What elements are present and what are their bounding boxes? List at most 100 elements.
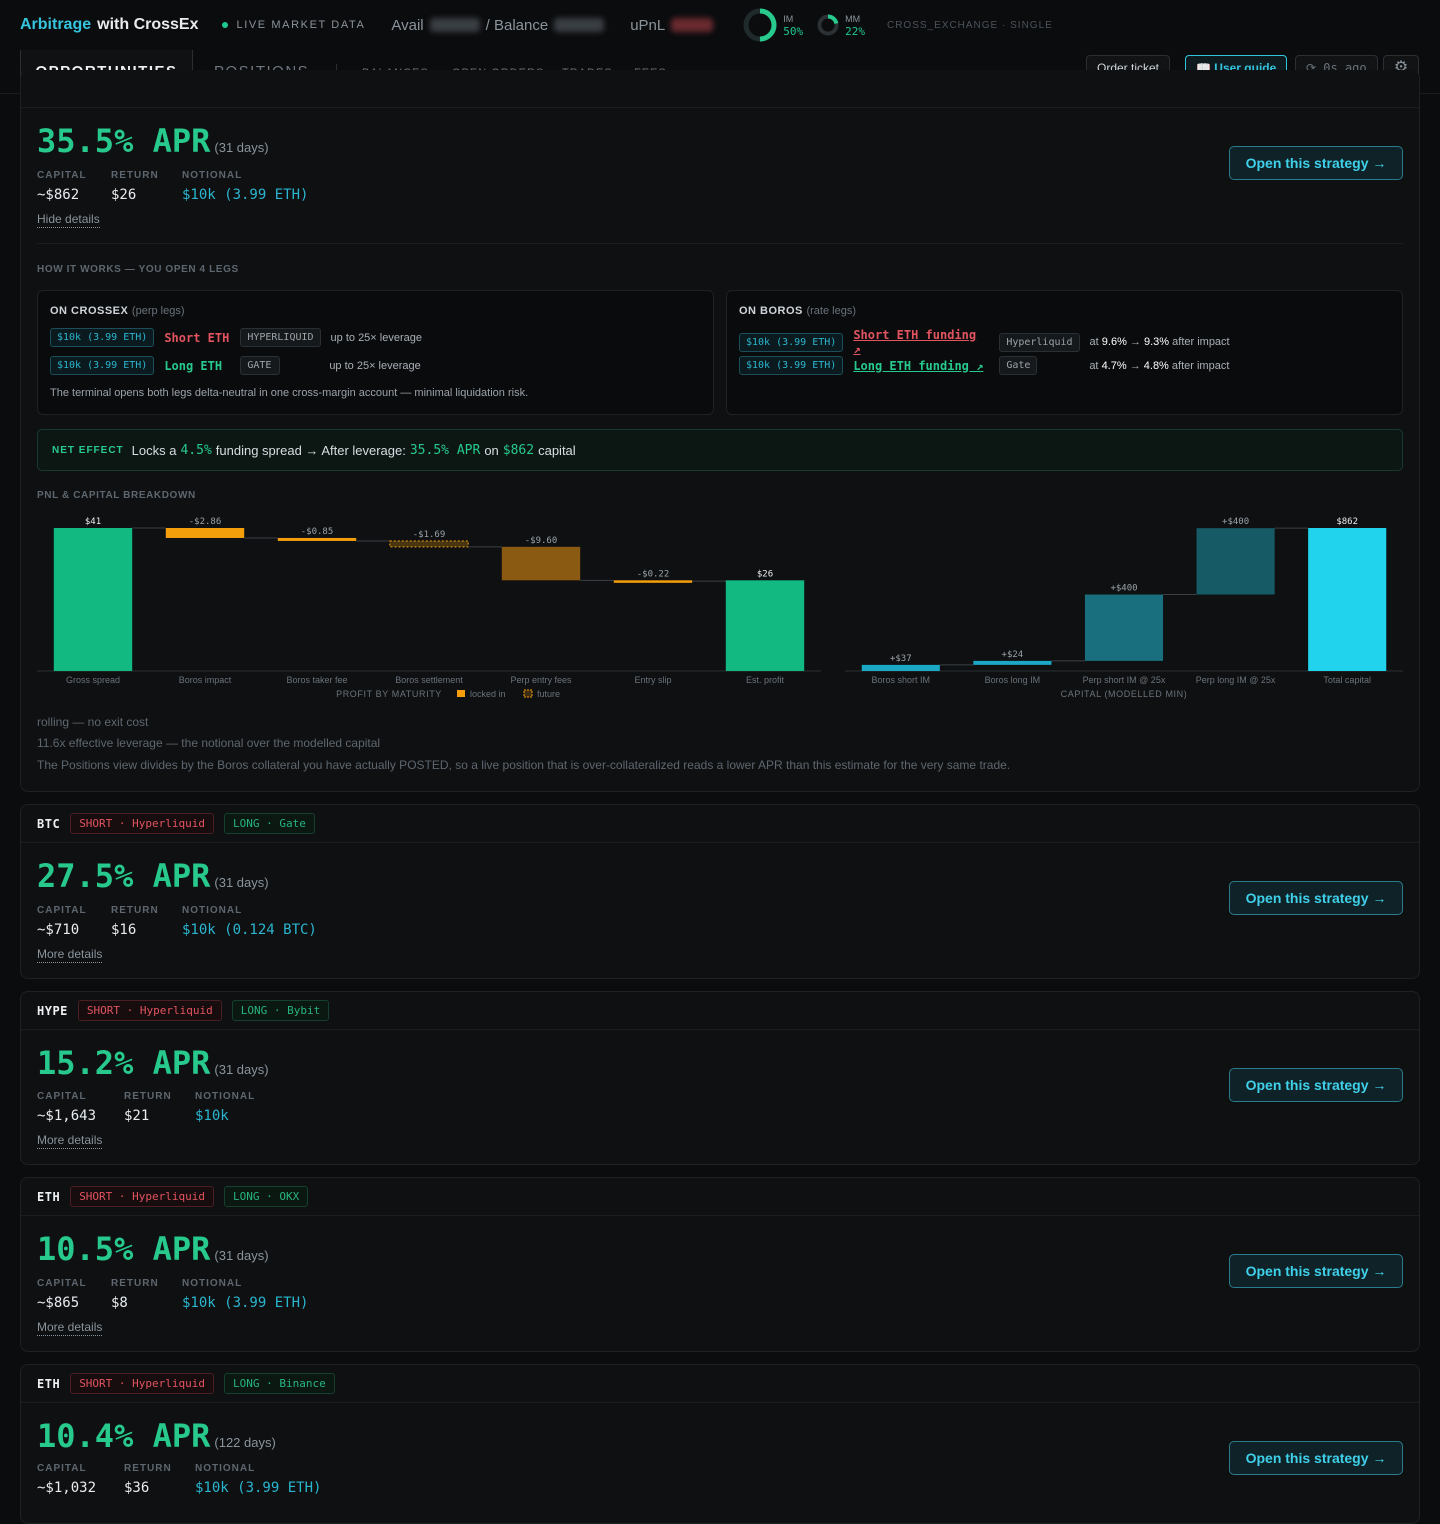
brand-rest: with CrossEx [97, 16, 199, 33]
balance-value-redacted [554, 18, 605, 32]
short-venue-pill: SHORT · Hyperliquid [70, 1186, 215, 1207]
avail-value-redacted [429, 18, 480, 32]
open-strategy-button[interactable]: Open this strategy → [1229, 1254, 1403, 1288]
mm-label: MM [845, 13, 861, 24]
net-effect-tag: NET EFFECT [52, 444, 124, 456]
chart-bar [613, 580, 693, 583]
chart-bar [1196, 528, 1275, 595]
boros-short-link[interactable]: Short ETH funding ↗ [853, 328, 989, 356]
boros-long-link[interactable]: Long ETH funding ↗ [853, 359, 989, 373]
leg-size-chip: $10k (3.99 ETH) [50, 356, 155, 375]
footnote: 11.6x effective leverage — the notional … [37, 736, 381, 750]
net-spread: 4.5% [180, 442, 212, 458]
opportunity-card: ETH SHORT · Hyperliquid LONG · OKX 10.5%… [20, 1177, 1420, 1352]
asset-symbol: BTC [37, 816, 61, 831]
opportunity-card: HYPE SHORT · Hyperliquid LONG · Bybit 15… [20, 991, 1420, 1165]
legend-label: locked in [470, 689, 506, 699]
chart-value-label: +$24 [1002, 650, 1024, 660]
crossex-leg-row: $10k (3.99 ETH) Long ETH GATE up to 25× … [50, 356, 421, 375]
chart-category-label: Perp entry fees [510, 675, 572, 685]
chart-title: PROFIT BY MATURITY [336, 689, 442, 699]
card-head: ETH SHORT · Hyperliquid LONG · OKX [21, 1178, 1419, 1216]
upnl: uPnL [630, 17, 719, 34]
net-text: on [484, 442, 499, 458]
chart-value-label: +$400 [1222, 517, 1249, 527]
stat-value: ~$862 [37, 187, 80, 203]
apr-text: 35.5% APR [37, 122, 211, 160]
open-strategy-button[interactable]: Open this strategy → [1229, 1068, 1403, 1102]
chart-category-label: Boros long IM [985, 675, 1041, 685]
leg-venue-chip: Hyperliquid [999, 332, 1080, 352]
crossex-legs-panel: ON CROSSEX (perp legs) $10k (3.99 ETH) S… [37, 290, 714, 415]
long-venue-pill: LONG · Gate [224, 813, 315, 834]
leg-leverage: up to 25× leverage [329, 359, 421, 372]
chart-category-label: Perp long IM @ 25x [1196, 675, 1276, 685]
stat-return: RETURN $26 [111, 170, 159, 203]
chart-bar [973, 660, 1052, 665]
section-divider [37, 243, 1403, 244]
legend-label: future [537, 689, 560, 699]
short-venue-pill: SHORT · Hyperliquid [70, 1373, 215, 1394]
stat-value: $26 [111, 187, 137, 203]
app-title[interactable]: Arbitrage with CrossEx [20, 16, 198, 34]
chart-value-label: $26 [757, 569, 773, 579]
stat-notional: NOTIONAL $10k (3.99 ETH) [195, 1463, 322, 1496]
more-details-link[interactable]: More details [37, 1133, 103, 1149]
upnl-label: uPnL [630, 16, 666, 34]
leg-size-chip: $10k (3.99 ETH) [739, 356, 844, 375]
apr-value: 15.2% APR (31 days) [37, 1044, 269, 1082]
top-bar: Arbitrage with CrossEx LIVE MARKET DATA A… [0, 0, 1440, 50]
chart-value-label: -$2.86 [189, 517, 222, 527]
mm-value: 22% [845, 24, 865, 38]
chart-category-label: Total capital [1323, 675, 1371, 685]
stat-capital: CAPITAL ~$1,032 [37, 1463, 97, 1496]
apr-value: 10.5% APR (31 days) [37, 1230, 269, 1268]
stat-return: RETURN $16 [111, 905, 159, 938]
open-strategy-button[interactable]: Open this strategy → [1229, 1441, 1403, 1475]
apr-value: 35.5% APR (31 days) [37, 122, 269, 160]
stat-return: RETURN $21 [124, 1091, 172, 1124]
chart-bar [1084, 594, 1164, 661]
crossex-title: ON CROSSEX (perp legs) [50, 305, 185, 317]
chart-bar [389, 540, 469, 548]
chart-value-label: -$1.69 [413, 530, 446, 540]
leg-venue-chip: Gate [999, 356, 1038, 375]
chart-bar [725, 580, 805, 671]
long-venue-pill: LONG · OKX [224, 1186, 309, 1207]
opportunity-card: BTC SHORT · Hyperliquid LONG · Gate 27.5… [20, 804, 1420, 979]
rate-impact: at 4.7% → 4.8% after impact [1089, 359, 1230, 372]
asset-symbol: ETH [37, 1189, 61, 1204]
stat-return: RETURN $8 [111, 1278, 159, 1311]
leg-leverage: up to 25× leverage [330, 331, 422, 344]
chart-value-label: +$400 [1110, 584, 1137, 594]
apr-value: 10.4% APR (122 days) [37, 1417, 276, 1455]
stat-label: RETURN [111, 170, 159, 181]
hide-details-link[interactable]: Hide details [37, 212, 100, 228]
leg-size-chip: $10k (3.99 ETH) [50, 328, 155, 347]
im-value: 50% [783, 24, 804, 38]
chart-bar [53, 528, 133, 671]
mm-gauge: MM 22% [817, 13, 865, 38]
card-head: BTC SHORT · Hyperliquid LONG · Gate [21, 805, 1419, 843]
net-text: Locks a [131, 442, 177, 458]
boros-title: ON BOROS (rate legs) [739, 305, 856, 317]
live-label: LIVE MARKET DATA [236, 19, 366, 31]
long-venue-pill: LONG · Binance [224, 1373, 335, 1394]
legend-swatch-locked [457, 690, 465, 697]
mm-ring-icon [817, 14, 839, 36]
stat-capital: CAPITAL ~$710 [37, 905, 87, 938]
apr-value: 27.5% APR (31 days) [37, 857, 269, 895]
open-strategy-button[interactable]: Open this strategy → [1229, 146, 1403, 180]
chart-category-label: Boros impact [179, 675, 232, 685]
leg-size-chip: $10k (3.99 ETH) [739, 332, 844, 352]
more-details-link[interactable]: More details [37, 947, 103, 963]
pnl-breakdown-title: PNL & CAPITAL BREAKDOWN [37, 490, 196, 501]
card-head-clipped [21, 70, 1419, 108]
more-details-link[interactable]: More details [37, 1320, 103, 1336]
stat-notional: NOTIONAL $10k (0.124 BTC) [182, 905, 317, 938]
boros-leg-row: $10k (3.99 ETH) Long ETH funding ↗ Gate … [739, 356, 1229, 375]
stat-label: CAPITAL [37, 170, 87, 181]
open-strategy-button[interactable]: Open this strategy → [1229, 881, 1403, 915]
leg-venue-chip: HYPERLIQUID [240, 328, 321, 347]
asset-symbol: ETH [37, 1376, 61, 1391]
